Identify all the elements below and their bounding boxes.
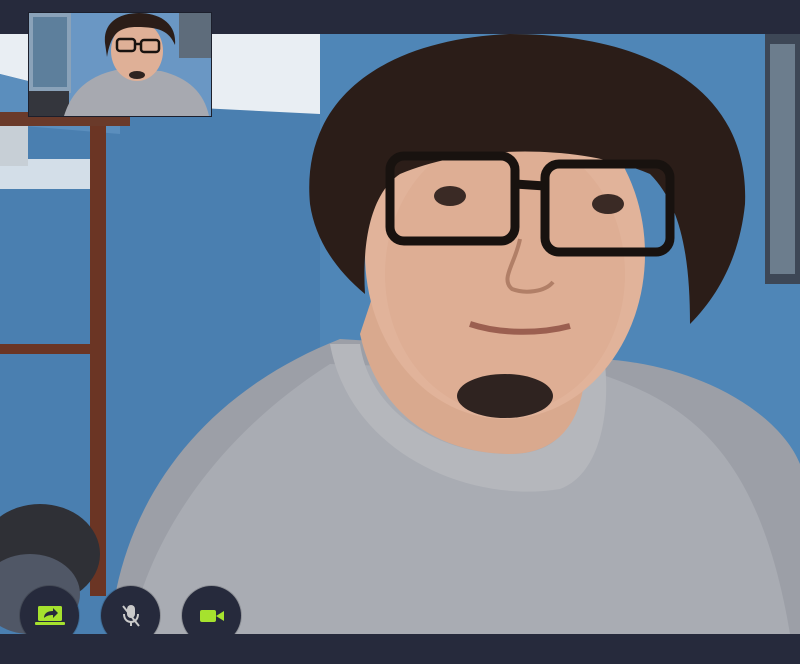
bottom-bar [0,634,800,664]
share-screen-icon [34,604,65,628]
self-view-thumbnail[interactable] [28,12,212,117]
video-camera-icon [199,608,224,624]
remote-video-feed [0,34,800,634]
microphone-muted-icon [120,603,142,629]
